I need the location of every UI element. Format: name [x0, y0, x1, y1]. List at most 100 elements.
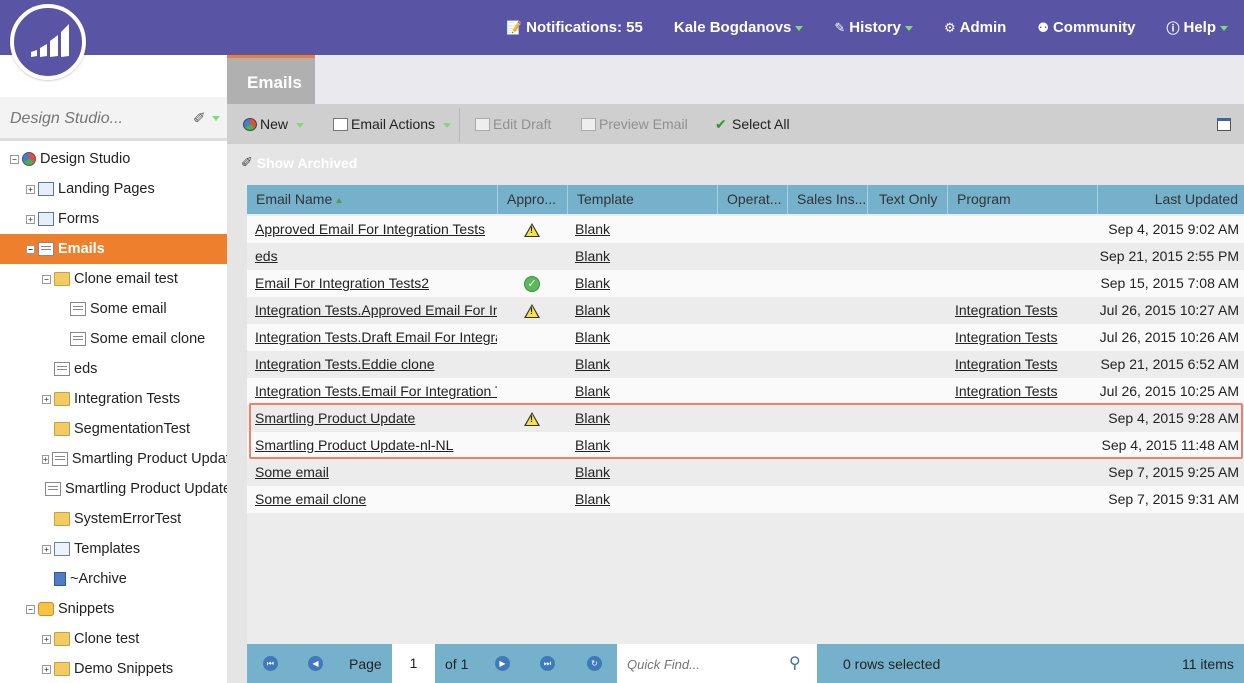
admin-button[interactable]: ⚙ Admin [944, 19, 1006, 36]
email-name-link[interactable]: Some email [255, 459, 497, 486]
chevron-down-icon[interactable] [212, 116, 220, 121]
refresh-icon[interactable]: ↻ [587, 656, 602, 671]
collapse-icon[interactable]: − [26, 604, 35, 614]
tree-item-emails[interactable]: − Emails [0, 234, 227, 264]
tree-item-clone-email-test[interactable]: − Clone email test [0, 264, 227, 294]
template-link[interactable]: Blank [575, 216, 715, 243]
expand-icon[interactable]: + [42, 544, 51, 554]
template-link[interactable]: Blank [575, 243, 715, 270]
tree-item-templates[interactable]: + Templates [0, 534, 227, 564]
table-row[interactable]: Email For Integration Tests2 ✓ Blank Sep 15… [247, 270, 1244, 297]
notifications-button[interactable]: 📝 Notifications: 55 [506, 19, 643, 36]
template-link[interactable]: Blank [575, 351, 715, 378]
program-link[interactable]: Integration Tests [955, 324, 1095, 351]
tree-item-integration-tests[interactable]: + Integration Tests [0, 384, 227, 414]
help-menu[interactable]: ⓘ Help [1166, 18, 1228, 37]
last-page-icon[interactable]: ⏭ [540, 656, 555, 671]
next-page-icon[interactable]: ▶ [495, 656, 510, 671]
template-link[interactable]: Blank [575, 486, 715, 513]
tree-item-smartling-product-update-nl[interactable]: Smartling Product Update [0, 474, 227, 504]
tree-item-clone-test[interactable]: + Clone test [0, 624, 227, 654]
tree-item-some-email[interactable]: Some email [0, 294, 227, 324]
table-row[interactable]: Smartling Product Update Blank Sep 4, 2015… [247, 405, 1244, 432]
column-header-text-only[interactable]: Text Only [868, 185, 948, 214]
tree-item-archive[interactable]: ~Archive [0, 564, 227, 594]
table-row[interactable]: Integration Tests.Draft Email For Integr… [247, 324, 1244, 351]
tree-item-smartling-product-update[interactable]: + Smartling Product Update [0, 444, 227, 474]
show-archived-toggle[interactable]: ✐ Show Archived [241, 154, 357, 171]
email-name-link[interactable]: Integration Tests.Eddie clone [255, 351, 497, 378]
tree-item-snippets[interactable]: − Snippets [0, 594, 227, 624]
table-row[interactable]: Some email Blank Sep 7, 2015 9:25 AM [247, 459, 1244, 486]
table-row[interactable]: Approved Email For Integration Tests Blan… [247, 216, 1244, 243]
program-link[interactable]: Integration Tests [955, 351, 1095, 378]
expand-icon[interactable]: + [42, 394, 51, 404]
previous-page-icon[interactable]: ◀ [308, 656, 323, 671]
table-row[interactable]: Some email clone Blank Sep 7, 2015 9:31 AM [247, 486, 1244, 513]
tree-search-input[interactable] [10, 107, 180, 131]
email-name-link[interactable]: Smartling Product Update-nl-NL [255, 432, 497, 459]
tree-item-demo-snippets[interactable]: + Demo Snippets [0, 654, 227, 683]
template-link[interactable]: Blank [575, 378, 715, 405]
marketo-logo[interactable] [10, 4, 86, 80]
expand-icon[interactable]: + [42, 634, 51, 644]
template-link[interactable]: Blank [575, 324, 715, 351]
template-link[interactable]: Blank [575, 297, 715, 324]
expand-icon[interactable]: + [42, 454, 49, 464]
tree-item-landing-pages[interactable]: + Landing Pages [0, 174, 227, 204]
page-number-input[interactable]: 1 [392, 644, 435, 683]
maximize-icon[interactable] [1217, 118, 1231, 131]
collapse-icon[interactable]: − [10, 154, 19, 164]
email-name-link[interactable]: Integration Tests.Email For Integration … [255, 378, 497, 405]
select-all-button[interactable]: ✔ Select All [715, 104, 790, 144]
column-header-sales-insight[interactable]: Sales Ins... [788, 185, 868, 214]
template-link[interactable]: Blank [575, 405, 715, 432]
tree-item-design-studio[interactable]: − Design Studio [0, 144, 227, 174]
email-name-link[interactable]: Approved Email For Integration Tests [255, 216, 497, 243]
template-link[interactable]: Blank [575, 270, 715, 297]
template-link[interactable]: Blank [575, 432, 715, 459]
column-header-email-name[interactable]: Email Name [247, 185, 498, 214]
table-row[interactable]: Smartling Product Update-nl-NL Blank Sep 4… [247, 432, 1244, 459]
tree-item-eds[interactable]: eds [0, 354, 227, 384]
tree-item-forms[interactable]: + Forms [0, 204, 227, 234]
table-row[interactable]: eds Blank Sep 21, 2015 2:55 PM [247, 243, 1244, 270]
expand-icon[interactable]: + [26, 214, 35, 224]
column-header-program[interactable]: Program [948, 185, 1098, 214]
expand-icon[interactable]: + [42, 664, 51, 674]
user-menu[interactable]: Kale Bogdanovs [674, 19, 804, 36]
tree-item-some-email-clone[interactable]: Some email clone [0, 324, 227, 354]
email-name-link[interactable]: eds [255, 243, 497, 270]
email-actions-button[interactable]: Email Actions [333, 104, 452, 144]
new-button[interactable]: New [243, 104, 305, 144]
search-icon[interactable]: ⚲ [789, 653, 801, 673]
table-row[interactable]: Integration Tests.Approved Email For Int… [247, 297, 1244, 324]
template-link[interactable]: Blank [575, 459, 715, 486]
collapse-icon[interactable]: − [26, 244, 35, 254]
collapse-icon[interactable]: − [42, 274, 51, 284]
expand-icon[interactable]: + [26, 184, 35, 194]
email-name-link[interactable]: Smartling Product Update [255, 405, 497, 432]
preview-email-button[interactable]: Preview Email [581, 104, 688, 144]
email-name-link[interactable]: Integration Tests.Approved Email For Int… [255, 297, 497, 324]
program-link[interactable]: Integration Tests [955, 378, 1095, 405]
table-row[interactable]: Integration Tests.Email For Integration … [247, 378, 1244, 405]
quick-find-input[interactable] [627, 653, 782, 675]
table-row[interactable]: Integration Tests.Eddie clone Blank Integr… [247, 351, 1244, 378]
tab-emails[interactable]: Emails [227, 55, 315, 104]
tree-item-system-error-test[interactable]: SystemErrorTest [0, 504, 227, 534]
column-header-template[interactable]: Template [568, 185, 718, 214]
program-link[interactable]: Integration Tests [955, 297, 1095, 324]
column-header-approval[interactable]: Appro... [498, 185, 568, 214]
history-menu[interactable]: ✎ History [834, 19, 913, 36]
email-name-link[interactable]: Email For Integration Tests2 [255, 270, 497, 297]
pin-icon[interactable]: ✐ [193, 109, 206, 127]
column-header-last-updated[interactable]: Last Updated [1098, 185, 1244, 214]
tree-item-segmentation-test[interactable]: SegmentationTest [0, 414, 227, 444]
column-header-operational[interactable]: Operat... [718, 185, 788, 214]
community-button[interactable]: ⚉ Community [1037, 19, 1135, 36]
edit-draft-button[interactable]: Edit Draft [475, 104, 551, 144]
email-name-link[interactable]: Some email clone [255, 486, 497, 513]
email-name-link[interactable]: Integration Tests.Draft Email For Integr… [255, 324, 497, 351]
first-page-icon[interactable]: ⏮ [263, 656, 278, 671]
